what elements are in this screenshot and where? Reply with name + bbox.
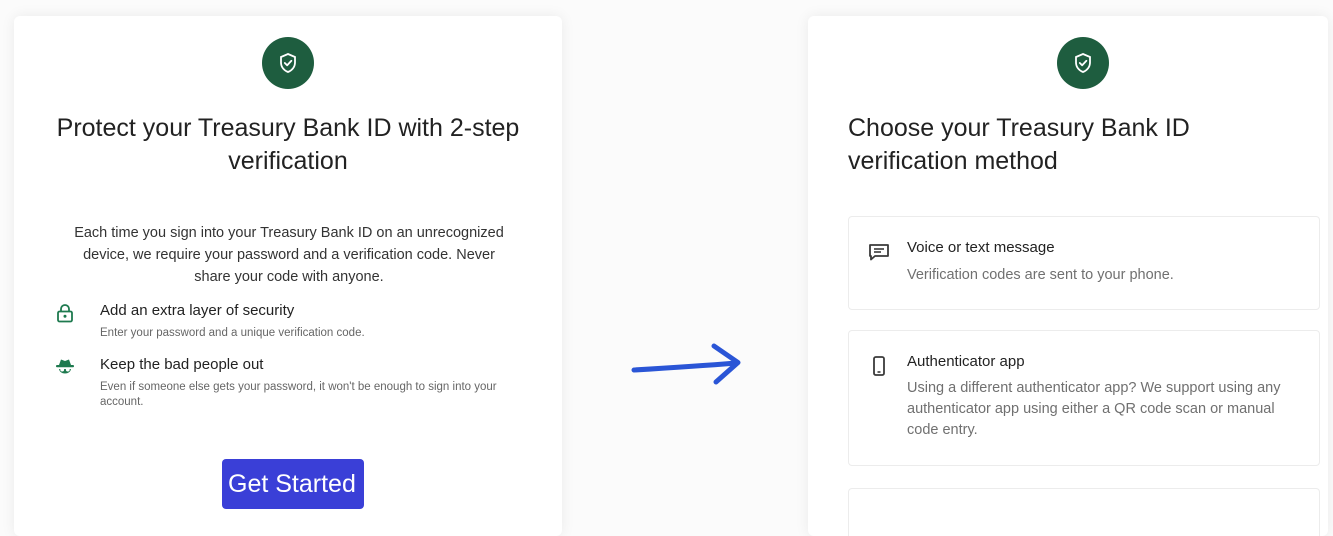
- shield-check-icon: [1057, 37, 1109, 89]
- feature-heading: Add an extra layer of security: [100, 302, 295, 319]
- page-title: Choose your Treasury Bank ID verificatio…: [848, 114, 1190, 175]
- feature-description: Even if someone else gets your password,…: [100, 381, 497, 408]
- shield-check-icon: [262, 37, 314, 89]
- intro-text: Each time you sign into your Treasury Ba…: [74, 225, 504, 285]
- message-icon: [867, 240, 891, 264]
- option-authenticator-app[interactable]: Authenticator app Using a different auth…: [848, 330, 1320, 466]
- arrow-right-icon: [631, 343, 741, 385]
- option-title: Voice or text message: [907, 239, 1055, 256]
- option-voice-text[interactable]: Voice or text message Verification codes…: [848, 216, 1320, 310]
- phone-icon: [867, 354, 891, 378]
- feature-heading: Keep the bad people out: [100, 356, 264, 373]
- lock-icon: [54, 302, 76, 324]
- get-started-button[interactable]: Get Started: [222, 459, 364, 509]
- page-title: Protect your Treasury Bank ID with 2-ste…: [56, 114, 520, 175]
- feature-description: Enter your password and a unique verific…: [100, 327, 365, 339]
- option-title: Authenticator app: [907, 353, 1025, 370]
- option-partially-visible[interactable]: [848, 488, 1320, 536]
- option-description: Using a different authenticator app? We …: [907, 380, 1281, 438]
- option-description: Verification codes are sent to your phon…: [907, 267, 1174, 283]
- two-step-intro-card: Protect your Treasury Bank ID with 2-ste…: [14, 16, 562, 536]
- spy-icon: [54, 356, 76, 378]
- verification-method-card: Choose your Treasury Bank ID verificatio…: [808, 16, 1328, 536]
